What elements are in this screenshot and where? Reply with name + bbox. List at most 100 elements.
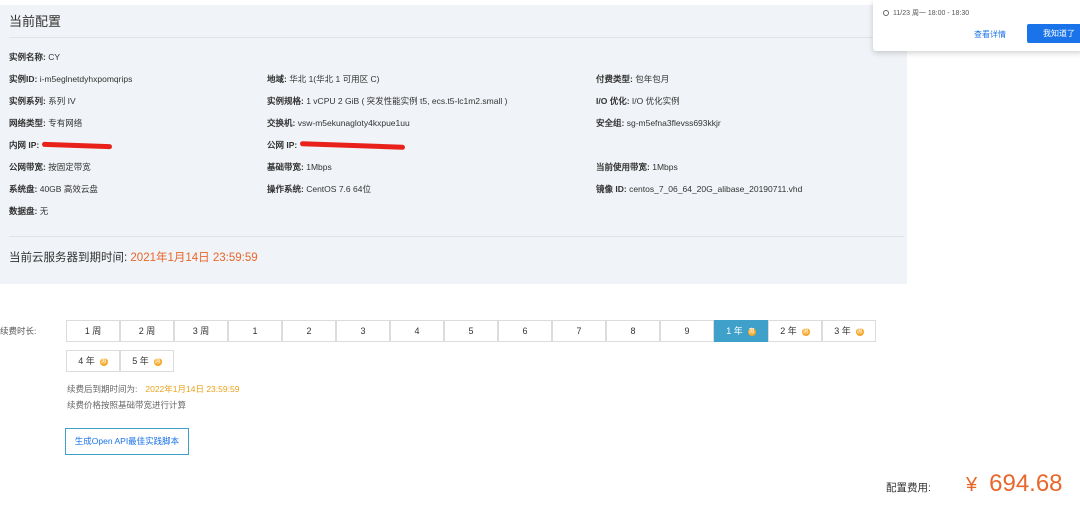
io-optimized-value: I/O 优化实例 (631, 96, 680, 106)
instance-id-label: 实例ID: (9, 74, 38, 84)
image-id-row: 镜像 ID: centos_7_06_64_20G_alibase_201907… (596, 183, 802, 195)
duration-option-8-months[interactable]: 8 (606, 320, 660, 342)
duration-option-6-months[interactable]: 6 (498, 320, 552, 342)
duration-option-label: 5 年 (132, 356, 149, 366)
public-ip-label: 公网 IP: (267, 140, 298, 150)
security-group-label: 安全组: (596, 118, 625, 128)
instance-spec-row: 实例规格: 1 vCPU 2 GiB ( 突发性能实例 t5, ecs.t5-l… (267, 95, 507, 107)
duration-option-label: 1 年 (726, 326, 743, 336)
instance-name-value: CY (48, 52, 61, 62)
duration-option-label: 2 周 (138, 326, 156, 336)
discount-icon: 惠 (747, 327, 756, 336)
current-expire-date: 2021年1月14日 23:59:59 (130, 252, 258, 264)
duration-option-7-months[interactable]: 7 (552, 320, 606, 342)
duration-option-label: 9 (684, 326, 690, 336)
duration-option-label: 1 周 (84, 326, 102, 336)
panel-divider-top (9, 37, 904, 38)
duration-option-2-weeks[interactable]: 2 周 (120, 320, 174, 342)
instance-spec-value: 1 vCPU 2 GiB ( 突发性能实例 t5, ecs.t5-lc1m2.s… (306, 96, 508, 106)
acknowledge-button[interactable]: 我知道了 (1027, 24, 1080, 43)
discount-icon: 惠 (855, 327, 864, 336)
current-bandwidth-label: 当前使用带宽: (596, 162, 650, 172)
duration-option-3-months[interactable]: 3 (336, 320, 390, 342)
public-bandwidth-row: 公网带宽: 按固定带宽 (9, 161, 91, 173)
system-disk-row: 系统盘: 40GB 高效云盘 (9, 183, 98, 195)
instance-spec-label: 实例规格: (267, 96, 304, 106)
renew-expire-date: 2022年1月14日 23:59:59 (145, 384, 240, 394)
renew-price-note: 续费价格按照基础带宽进行计算 (67, 400, 187, 410)
region-label: 地域: (267, 74, 287, 84)
panel-title: 当前配置 (9, 14, 62, 29)
vswitch-row: 交换机: vsw-m5ekunagloty4kxpue1uu (267, 117, 410, 129)
data-disk-row: 数据盘: 无 (9, 205, 48, 217)
duration-option-label: 7 (576, 326, 582, 336)
duration-option-3-weeks[interactable]: 3 周 (174, 320, 228, 342)
current-bandwidth-value: 1Mbps (652, 162, 678, 172)
current-bandwidth-row: 当前使用带宽: 1Mbps (596, 161, 678, 173)
duration-option-label: 2 (306, 326, 312, 336)
instance-family-row: 实例系列: 系列 IV (9, 95, 76, 107)
network-type-value: 专有网络 (48, 118, 83, 128)
base-bandwidth-label: 基础带宽: (267, 162, 304, 172)
duration-option-1-week[interactable]: 1 周 (66, 320, 120, 342)
image-id-value: centos_7_06_64_20G_alibase_20190711.vhd (629, 184, 803, 194)
duration-option-1-month[interactable]: 1 (228, 320, 282, 342)
duration-option-9-months[interactable]: 9 (660, 320, 714, 342)
duration-option-3-years[interactable]: 3 年惠 (822, 320, 876, 342)
public-ip-row: 公网 IP: (267, 139, 405, 151)
data-disk-label: 数据盘: (9, 206, 38, 216)
duration-option-4-years[interactable]: 4 年惠 (66, 350, 120, 372)
network-type-label: 网络类型: (9, 118, 46, 128)
image-id-label: 镜像 ID: (596, 184, 627, 194)
io-optimized-row: I/O 优化: I/O 优化实例 (596, 95, 680, 107)
duration-option-2-months[interactable]: 2 (282, 320, 336, 342)
currency-symbol: ¥ (966, 474, 978, 496)
duration-option-label: 1 (252, 326, 258, 336)
region-row: 地域: 华北 1(华北 1 可用区 C) (267, 73, 379, 85)
vswitch-label: 交换机: (267, 118, 296, 128)
vswitch-value: vsw-m5ekunagloty4kxpue1uu (297, 118, 410, 128)
network-type-row: 网络类型: 专有网络 (9, 117, 82, 129)
system-disk-label: 系统盘: (9, 184, 38, 194)
instance-name-label: 实例名称: (9, 52, 46, 62)
duration-option-2-years[interactable]: 2 年惠 (768, 320, 822, 342)
discount-icon: 惠 (801, 327, 810, 336)
discount-icon: 惠 (153, 357, 162, 366)
fee-label: 配置费用: (886, 482, 931, 494)
renew-expire-label: 续费后到期时间为: (67, 384, 138, 394)
billing-type-value: 包年包月 (635, 74, 670, 84)
public-bandwidth-label: 公网带宽: (9, 162, 46, 172)
duration-option-4-months[interactable]: 4 (390, 320, 444, 342)
panel-divider-bottom (9, 236, 904, 237)
duration-option-label: 3 年 (834, 326, 851, 336)
base-bandwidth-value: 1Mbps (306, 162, 332, 172)
duration-option-5-years[interactable]: 5 年惠 (120, 350, 174, 372)
generate-openapi-button[interactable]: 生成Open API最佳实践脚本 (65, 428, 189, 455)
os-label: 操作系统: (267, 184, 304, 194)
duration-option-label: 4 (414, 326, 420, 336)
fee-amount: 694.68 (989, 470, 1063, 497)
base-bandwidth-row: 基础带宽: 1Mbps (267, 161, 332, 173)
billing-type-label: 付费类型: (596, 74, 633, 84)
discount-icon: 惠 (99, 357, 108, 366)
billing-type-row: 付费类型: 包年包月 (596, 73, 669, 85)
instance-id-value: i-m5eglnetdyhxpomqrips (39, 74, 133, 84)
instance-family-label: 实例系列: (9, 96, 46, 106)
duration-option-5-months[interactable]: 5 (444, 320, 498, 342)
duration-option-label: 3 周 (192, 326, 210, 336)
current-config-panel: 当前配置 实例名称: CY 实例ID: i-m5eglnetdyhxpomqri… (0, 5, 907, 284)
view-details-link[interactable]: 查看详情 (974, 29, 1006, 40)
os-value: CentOS 7.6 64位 (306, 184, 371, 194)
io-optimized-label: I/O 优化: (596, 96, 630, 106)
public-bandwidth-value: 按固定带宽 (48, 162, 91, 172)
os-row: 操作系统: CentOS 7.6 64位 (267, 183, 371, 195)
duration-option-label: 6 (522, 326, 528, 336)
region-value: 华北 1(华北 1 可用区 C) (289, 74, 380, 84)
duration-option-1-year[interactable]: 1 年惠 (714, 320, 768, 342)
duration-option-label: 8 (630, 326, 636, 336)
system-disk-value: 40GB 高效云盘 (39, 184, 98, 194)
duration-option-label: 3 (360, 326, 366, 336)
notification-time-text: 11/23 周一 18:00 - 18:30 (893, 10, 970, 17)
renew-duration-label: 续费时长: (0, 326, 37, 336)
clock-icon (883, 10, 889, 17)
